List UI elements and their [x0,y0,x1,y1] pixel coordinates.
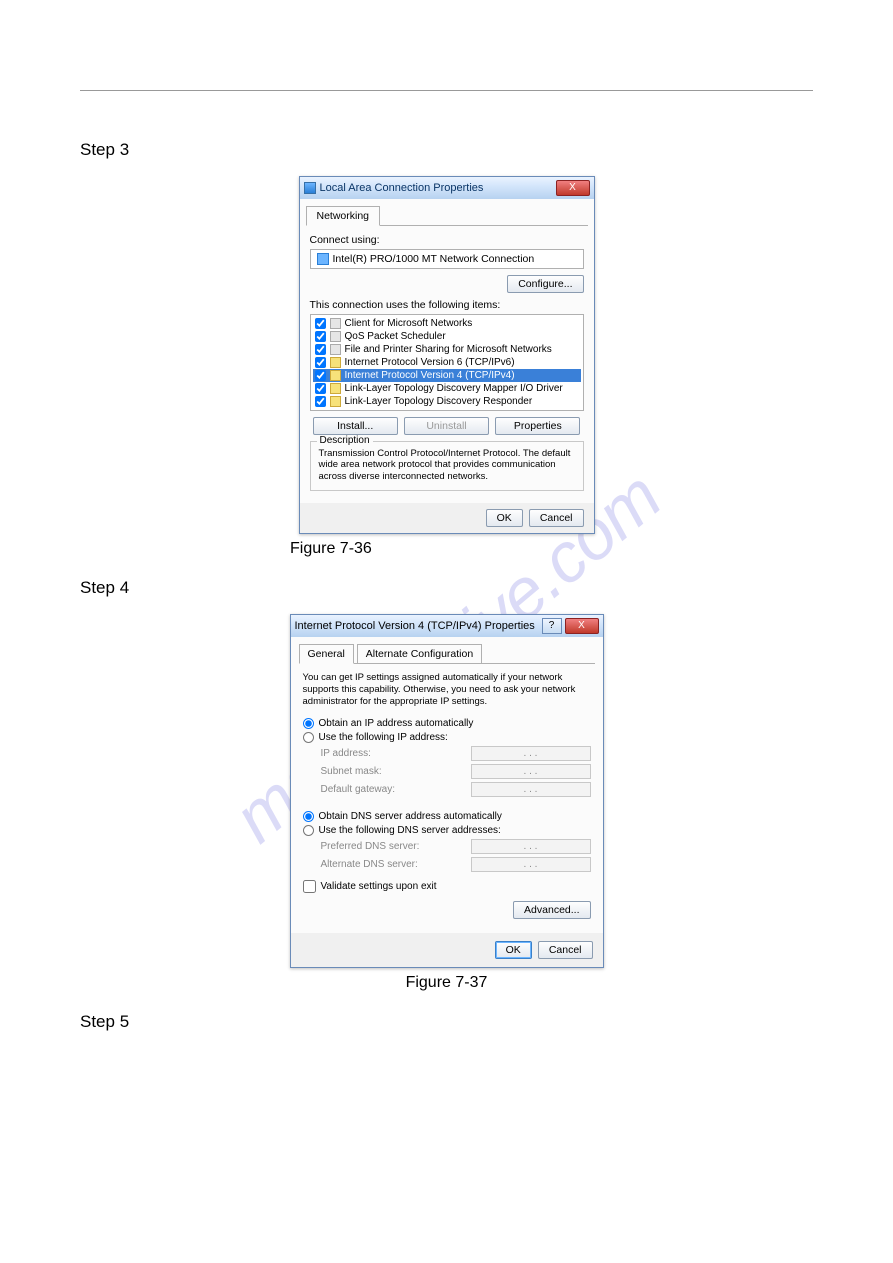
description-text: Transmission Control Protocol/Internet P… [319,448,575,482]
list-item[interactable]: QoS Packet Scheduler [313,330,581,343]
dialog1-title: Local Area Connection Properties [320,182,484,194]
item-label: File and Printer Sharing for Microsoft N… [345,344,552,355]
subnet-mask-label: Subnet mask: [321,766,382,777]
step-3-label: Step 3 [80,140,813,160]
adapter-name: Intel(R) PRO/1000 MT Network Connection [333,253,535,265]
dialog2-titlebar: Internet Protocol Version 4 (TCP/IPv4) P… [291,615,603,637]
tab-general[interactable]: General [299,644,354,664]
help-icon[interactable]: ? [542,618,562,634]
list-item[interactable]: File and Printer Sharing for Microsoft N… [313,343,581,356]
close-icon[interactable]: X [565,618,599,634]
list-item-selected[interactable]: Internet Protocol Version 4 (TCP/IPv4) [313,369,581,382]
dialog2-body: General Alternate Configuration You can … [291,637,603,933]
protocol-icon [330,357,341,368]
ok-button[interactable]: OK [486,509,523,527]
item-checkbox[interactable] [315,331,326,342]
protocol-icon [330,370,341,381]
list-item[interactable]: Link-Layer Topology Discovery Mapper I/O… [313,382,581,395]
step-4-label: Step 4 [80,578,813,598]
service-icon [330,344,341,355]
install-button[interactable]: Install... [313,417,398,435]
item-label: QoS Packet Scheduler [345,331,446,342]
step-5-label: Step 5 [80,1012,813,1032]
radio-use-ip-label: Use the following IP address: [319,732,448,743]
validate-label: Validate settings upon exit [321,881,437,892]
description-group: Description Transmission Control Protoco… [310,441,584,491]
subnet-mask-field: . . . [471,764,591,779]
item-label: Internet Protocol Version 6 (TCP/IPv6) [345,357,515,368]
item-checkbox[interactable] [315,370,326,381]
item-label: Client for Microsoft Networks [345,318,473,329]
radio-use-ip[interactable] [303,732,314,743]
radio-auto-dns[interactable] [303,811,314,822]
dialog1-titlebar: Local Area Connection Properties X [300,177,594,199]
configure-button[interactable]: Configure... [507,275,583,293]
local-area-connection-dialog: Local Area Connection Properties X Netwo… [299,176,595,534]
item-checkbox[interactable] [315,383,326,394]
ipv4-intro-text: You can get IP settings assigned automat… [303,672,591,708]
list-item[interactable]: Link-Layer Topology Discovery Responder [313,395,581,408]
item-checkbox[interactable] [315,344,326,355]
adapter-field: Intel(R) PRO/1000 MT Network Connection [310,249,584,269]
horizontal-rule [80,90,813,91]
items-label: This connection uses the following items… [310,299,588,311]
figure-7-36-caption: Figure 7-36 [80,540,813,558]
ip-address-label: IP address: [321,748,371,759]
validate-checkbox[interactable] [303,880,316,893]
adapter-icon [317,253,329,265]
description-legend: Description [317,435,373,446]
default-gateway-label: Default gateway: [321,784,396,795]
item-label: Link-Layer Topology Discovery Responder [345,396,533,407]
properties-button[interactable]: Properties [495,417,580,435]
dialog2-tabstrip: General Alternate Configuration [299,643,595,664]
preferred-dns-label: Preferred DNS server: [321,841,420,852]
dialog2-title: Internet Protocol Version 4 (TCP/IPv4) P… [295,620,535,632]
radio-use-dns-label: Use the following DNS server addresses: [319,825,501,836]
ipv4-properties-dialog: Internet Protocol Version 4 (TCP/IPv4) P… [290,614,604,968]
radio-auto-ip[interactable] [303,718,314,729]
protocol-icon [330,383,341,394]
tab-alternate[interactable]: Alternate Configuration [357,644,482,664]
protocol-icon [330,396,341,407]
figure-7-37-caption: Figure 7-37 [80,974,813,992]
ok-button[interactable]: OK [495,941,532,959]
item-label: Internet Protocol Version 4 (TCP/IPv4) [345,370,515,381]
preferred-dns-field: . . . [471,839,591,854]
default-gateway-field: . . . [471,782,591,797]
dialog1-tabstrip: Networking [306,205,588,226]
network-icon [304,182,316,194]
radio-auto-ip-label: Obtain an IP address automatically [319,718,474,729]
cancel-button[interactable]: Cancel [538,941,593,959]
connect-using-label: Connect using: [310,234,588,246]
list-item[interactable]: Internet Protocol Version 6 (TCP/IPv6) [313,356,581,369]
dialog1-body: Networking Connect using: Intel(R) PRO/1… [300,199,594,503]
item-label: Link-Layer Topology Discovery Mapper I/O… [345,383,563,394]
service-icon [330,318,341,329]
tab-networking[interactable]: Networking [306,206,381,226]
item-checkbox[interactable] [315,396,326,407]
page-content: Step 3 Local Area Connection Properties … [80,120,813,1048]
radio-auto-dns-label: Obtain DNS server address automatically [319,811,502,822]
close-icon[interactable]: X [556,180,590,196]
item-checkbox[interactable] [315,357,326,368]
advanced-button[interactable]: Advanced... [513,901,590,919]
alternate-dns-field: . . . [471,857,591,872]
uninstall-button: Uninstall [404,417,489,435]
list-item[interactable]: Client for Microsoft Networks [313,317,581,330]
item-checkbox[interactable] [315,318,326,329]
connection-items-list[interactable]: Client for Microsoft Networks QoS Packet… [310,314,584,411]
alternate-dns-label: Alternate DNS server: [321,859,418,870]
service-icon [330,331,341,342]
radio-use-dns[interactable] [303,825,314,836]
ip-address-field: . . . [471,746,591,761]
cancel-button[interactable]: Cancel [529,509,584,527]
